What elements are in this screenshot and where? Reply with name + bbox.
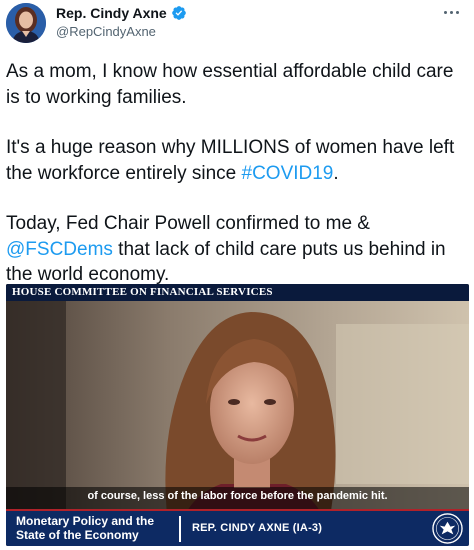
tweet-text: As a mom, I know how essential affordabl… <box>6 59 466 288</box>
lower-third-divider <box>179 516 181 542</box>
tweet-paragraph-3: Today, Fed Chair Powell confirmed to me … <box>6 211 466 288</box>
mention-link[interactable]: @FSCDems <box>6 239 113 260</box>
hashtag-link[interactable]: #COVID19 <box>242 163 334 184</box>
tweet-text-segment: . <box>333 162 339 184</box>
tweet-paragraph-1: As a mom, I know how essential affordabl… <box>6 61 454 108</box>
avatar[interactable] <box>6 3 46 43</box>
video-player[interactable]: HOUSE COMMITTEE ON FINANCIAL SERVICES of… <box>6 284 469 546</box>
verified-badge-icon <box>171 6 186 20</box>
author-handle[interactable]: @RepCindyAxne <box>56 24 156 39</box>
tweet-text-segment: It's a huge reason why MILLIONS of women… <box>6 137 455 184</box>
committee-banner-text: HOUSE COMMITTEE ON FINANCIAL SERVICES <box>12 286 273 298</box>
speaker-name: REP. CINDY AXNE (IA-3) <box>192 522 323 534</box>
tweet-paragraph-2: It's a huge reason why MILLIONS of women… <box>6 135 466 186</box>
tweet: Rep. Cindy Axne @RepCindyAxne As a mom, … <box>0 0 474 550</box>
video-caption: of course, less of the labor force befor… <box>87 490 388 502</box>
house-seal-icon <box>432 513 463 544</box>
more-options-icon[interactable] <box>444 6 464 18</box>
author-name-row[interactable]: Rep. Cindy Axne <box>56 5 187 21</box>
display-name[interactable]: Rep. Cindy Axne <box>56 5 167 21</box>
avatar-image <box>6 3 46 43</box>
tweet-text-segment: Today, Fed Chair Powell confirmed to me … <box>6 213 370 234</box>
program-title: Monetary Policy and the State of the Eco… <box>16 514 155 542</box>
